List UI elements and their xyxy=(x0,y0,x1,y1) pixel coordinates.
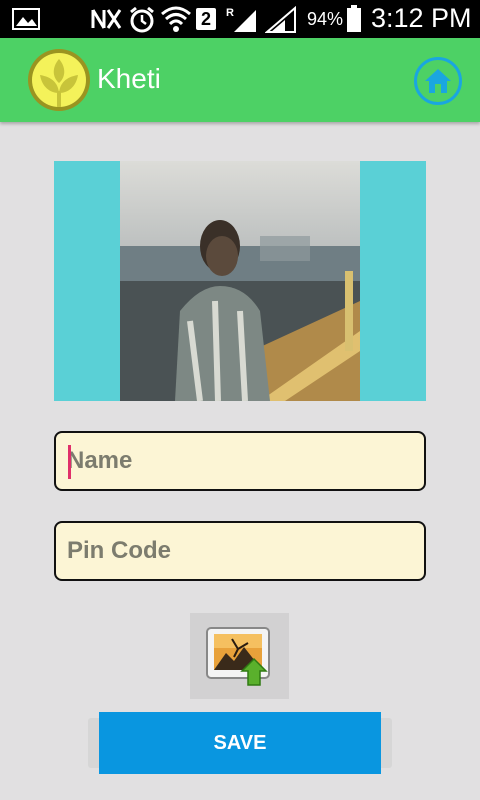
home-icon xyxy=(425,69,451,93)
home-button[interactable] xyxy=(414,57,462,105)
leaf-logo-icon xyxy=(28,49,90,111)
profile-photo-frame xyxy=(54,161,426,401)
status-bar: 2 R 94% 3:12 PM xyxy=(0,0,480,38)
signal-icon xyxy=(264,5,299,39)
action-bar: Kheti xyxy=(0,38,480,122)
wifi-icon xyxy=(160,4,192,39)
pin-code-field[interactable] xyxy=(54,521,426,581)
name-field[interactable] xyxy=(54,431,426,491)
battery-percent: 94% xyxy=(307,9,344,29)
battery-icon xyxy=(346,5,362,38)
signal-icon: R xyxy=(226,6,260,39)
alarm-icon xyxy=(128,6,156,39)
name-input[interactable] xyxy=(56,433,424,489)
upload-photo-button[interactable] xyxy=(190,613,289,699)
image-icon xyxy=(12,8,40,35)
text-cursor xyxy=(68,445,71,479)
image-upload-icon xyxy=(205,627,270,686)
app-title: Kheti xyxy=(97,63,161,94)
save-button[interactable]: SAVE xyxy=(99,712,381,774)
clock: 3:12 PM xyxy=(371,3,472,33)
svg-text:R: R xyxy=(226,7,234,19)
profile-photo[interactable] xyxy=(120,161,360,401)
pin-code-input[interactable] xyxy=(56,523,424,579)
sim-2-icon: 2 xyxy=(196,8,216,30)
nfc-icon xyxy=(90,6,122,37)
